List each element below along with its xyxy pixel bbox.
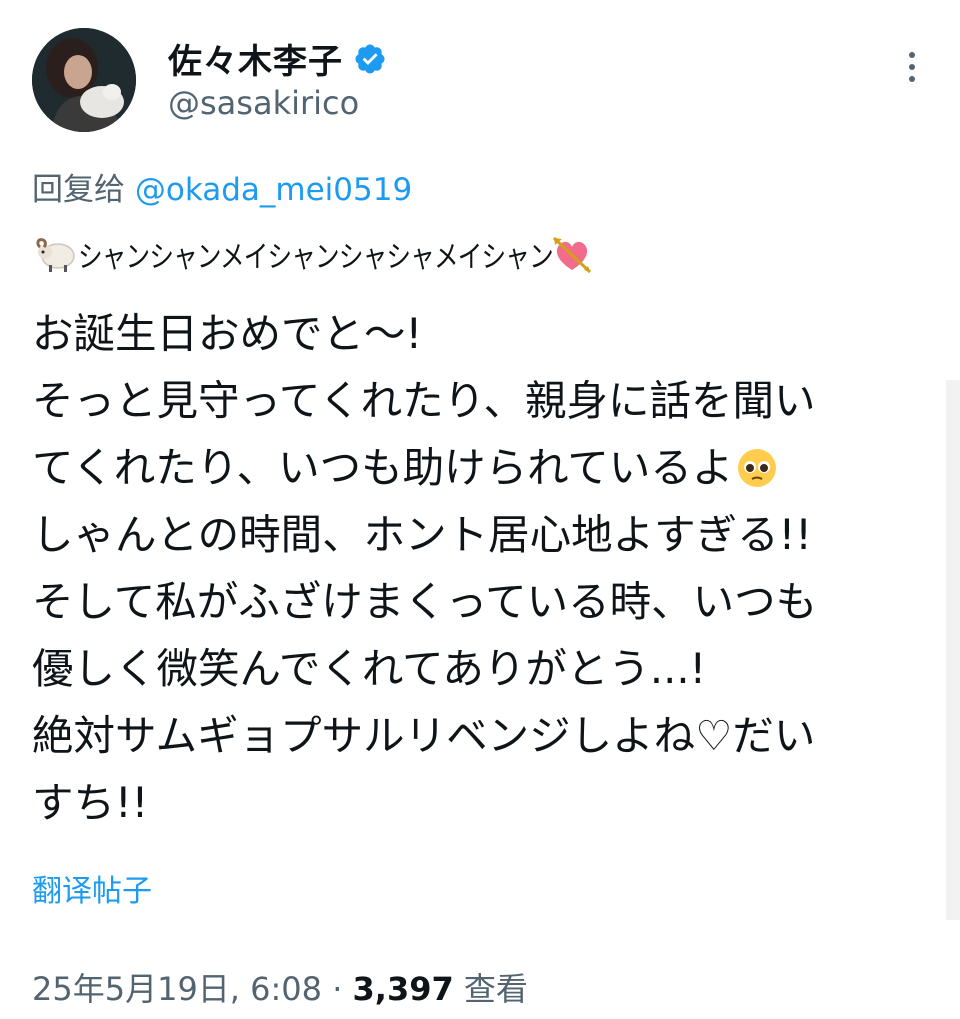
scrollbar[interactable] bbox=[946, 380, 960, 920]
tweet-subline: シャンシャンメイシャンシャシャメイシャン bbox=[32, 232, 594, 276]
tweet-subline-text: シャンシャンメイシャンシャシャメイシャン bbox=[78, 240, 554, 275]
author-name-row[interactable]: 佐々木李子 bbox=[168, 34, 387, 83]
author-display-name[interactable]: 佐々木李子 bbox=[168, 34, 343, 83]
tweet-body: お誕生日おめでと〜! そっと見守ってくれたり、親身に話を聞い てくれたり、いつも… bbox=[32, 300, 944, 836]
tweet-line-8: すち!! bbox=[32, 778, 149, 827]
translate-post-link[interactable]: 翻译帖子 bbox=[32, 866, 152, 910]
tweet-line-5: そして私がふざけまくっている時、いつも bbox=[32, 577, 818, 626]
tweet-line-3-wrap: てくれたり、いつも助けられているよ bbox=[32, 434, 944, 501]
meta-separator: · bbox=[322, 970, 353, 1008]
tweet-meta: 25年5月19日, 6:08 · 3,397 查看 bbox=[32, 964, 528, 1010]
tweet-line-2: そっと見守ってくれたり、親身に話を聞い bbox=[32, 376, 816, 425]
pleading-face-emoji-icon bbox=[738, 448, 777, 487]
tweet-timestamp[interactable]: 25年5月19日, 6:08 bbox=[32, 970, 322, 1008]
views-label: 查看 bbox=[463, 970, 528, 1008]
more-options-icon[interactable] bbox=[906, 52, 918, 88]
heart-with-arrow-emoji-icon bbox=[552, 236, 592, 274]
ram-emoji-icon bbox=[36, 238, 75, 272]
tweet-line-4: しゃんとの時間、ホント居心地よすぎる!! bbox=[32, 510, 812, 559]
reply-context: 回复给 @okada_mei0519 bbox=[32, 164, 412, 209]
avatar[interactable] bbox=[32, 28, 136, 132]
tweet-line-3: てくれたり、いつも助けられているよ bbox=[32, 443, 734, 492]
reply-prefix: 回复给 bbox=[32, 172, 125, 208]
tweet-line-6: 優しく微笑んでくれてありがとう...! bbox=[32, 644, 707, 693]
verified-badge-icon bbox=[355, 43, 385, 74]
tweet-line-7: 絶対サムギョプサルリベンジしよね♡だい bbox=[32, 711, 816, 760]
reply-mention-link[interactable]: @okada_mei0519 bbox=[135, 172, 412, 208]
author-handle[interactable]: @sasakirico bbox=[168, 84, 359, 122]
tweet-line-1: お誕生日おめでと〜! bbox=[32, 309, 423, 358]
views-count: 3,397 bbox=[352, 970, 454, 1008]
